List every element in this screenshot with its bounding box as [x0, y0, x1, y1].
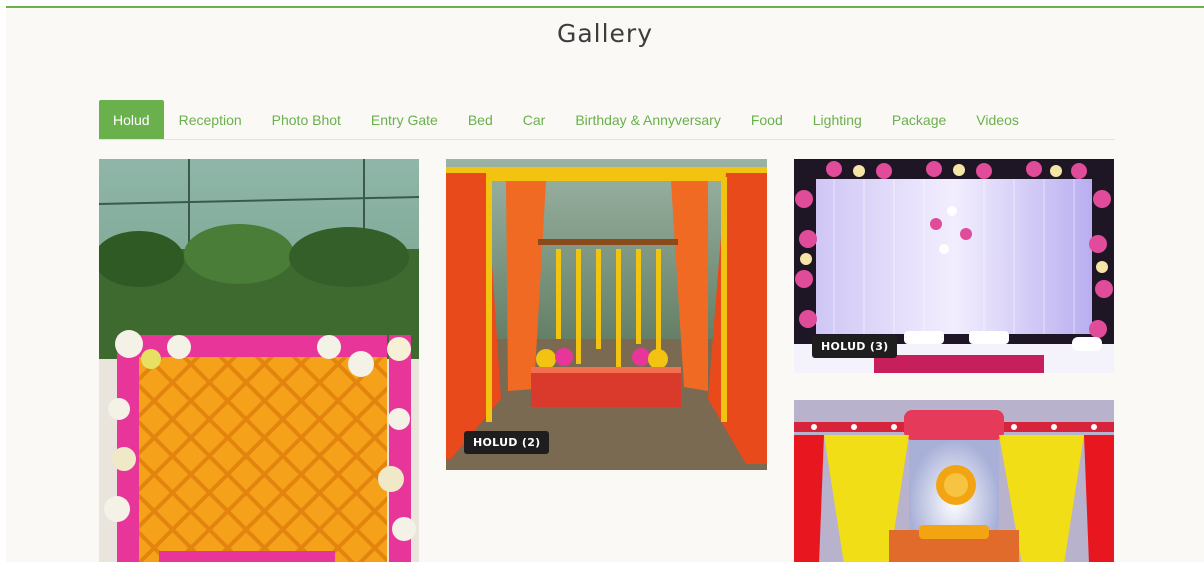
tab-bed[interactable]: Bed: [453, 100, 508, 139]
tab-package[interactable]: Package: [877, 100, 961, 139]
tab-photo-bhot[interactable]: Photo Bhot: [257, 100, 356, 139]
gallery-image: [99, 159, 419, 562]
gallery-image: [446, 159, 767, 470]
tab-reception[interactable]: Reception: [164, 100, 257, 139]
gallery-tabs: Holud Reception Photo Bhot Entry Gate Be…: [99, 100, 1115, 140]
page-container: Gallery Holud Reception Photo Bhot Entry…: [6, 6, 1204, 562]
tab-birthday[interactable]: Birthday & Annyversary: [560, 100, 736, 139]
tab-food[interactable]: Food: [736, 100, 798, 139]
gallery-item-holud-4[interactable]: [794, 400, 1114, 562]
gallery-item-holud-2[interactable]: HOLUD (2): [446, 159, 767, 470]
gallery-caption: HOLUD (2): [464, 431, 550, 454]
tab-videos[interactable]: Videos: [961, 100, 1034, 139]
tab-entry-gate[interactable]: Entry Gate: [356, 100, 453, 139]
tab-holud[interactable]: Holud: [99, 100, 164, 139]
gallery-image: [794, 400, 1114, 562]
gallery-caption: HOLUD (3): [812, 335, 898, 358]
gallery-item-holud-3[interactable]: HOLUD (3): [794, 159, 1114, 373]
gallery-item-holud-1[interactable]: [99, 159, 419, 562]
tab-car[interactable]: Car: [508, 100, 561, 139]
tab-lighting[interactable]: Lighting: [798, 100, 877, 139]
page-title: Gallery: [556, 19, 654, 48]
